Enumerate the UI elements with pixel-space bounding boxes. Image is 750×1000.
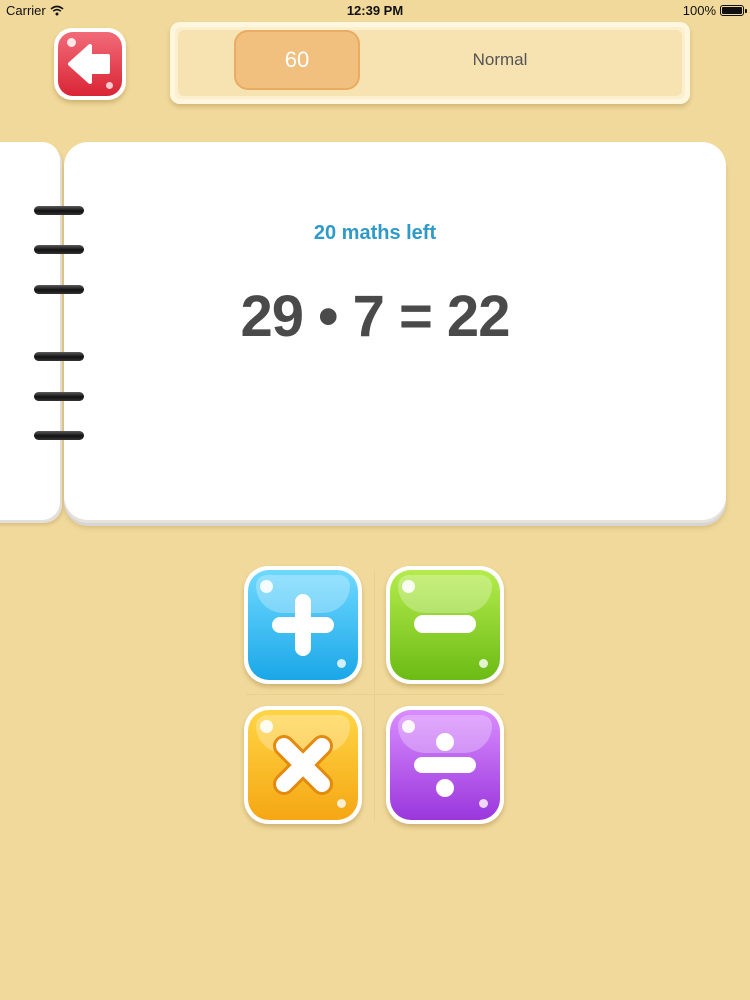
binder-ring [34, 206, 84, 215]
back-button-face [58, 32, 122, 96]
status-bar: Carrier 12:39 PM 100% [0, 0, 750, 22]
remaining-count: 20 maths left [313, 222, 437, 244]
minus-icon [414, 615, 476, 633]
equation-text: 29 • 7 = 22 [240, 284, 511, 349]
clock: 12:39 PM [346, 3, 404, 18]
binder-ring [34, 431, 84, 440]
times-button[interactable] [244, 706, 362, 824]
grid-divider [374, 570, 375, 822]
timer-badge: 60 [234, 30, 360, 90]
times-icon [273, 735, 333, 795]
plus-icon [272, 594, 334, 656]
binder-ring [34, 245, 84, 254]
divide-button-face [390, 710, 500, 820]
divide-button[interactable] [386, 706, 504, 824]
minus-button-face [390, 570, 500, 680]
difficulty-label: Normal [472, 50, 528, 69]
plus-button-face [248, 570, 358, 680]
times-button-face [248, 710, 358, 820]
grid-divider [246, 694, 504, 695]
back-button[interactable] [54, 28, 126, 100]
divide-icon [414, 733, 476, 797]
plus-button[interactable] [244, 566, 362, 684]
status-right: 100% [682, 3, 747, 18]
minus-button[interactable] [386, 566, 504, 684]
binder-ring [34, 392, 84, 401]
arrow-left-icon [68, 44, 110, 84]
binder-ring [34, 352, 84, 361]
battery-icon [720, 5, 747, 16]
battery-percent: 100% [682, 3, 716, 18]
